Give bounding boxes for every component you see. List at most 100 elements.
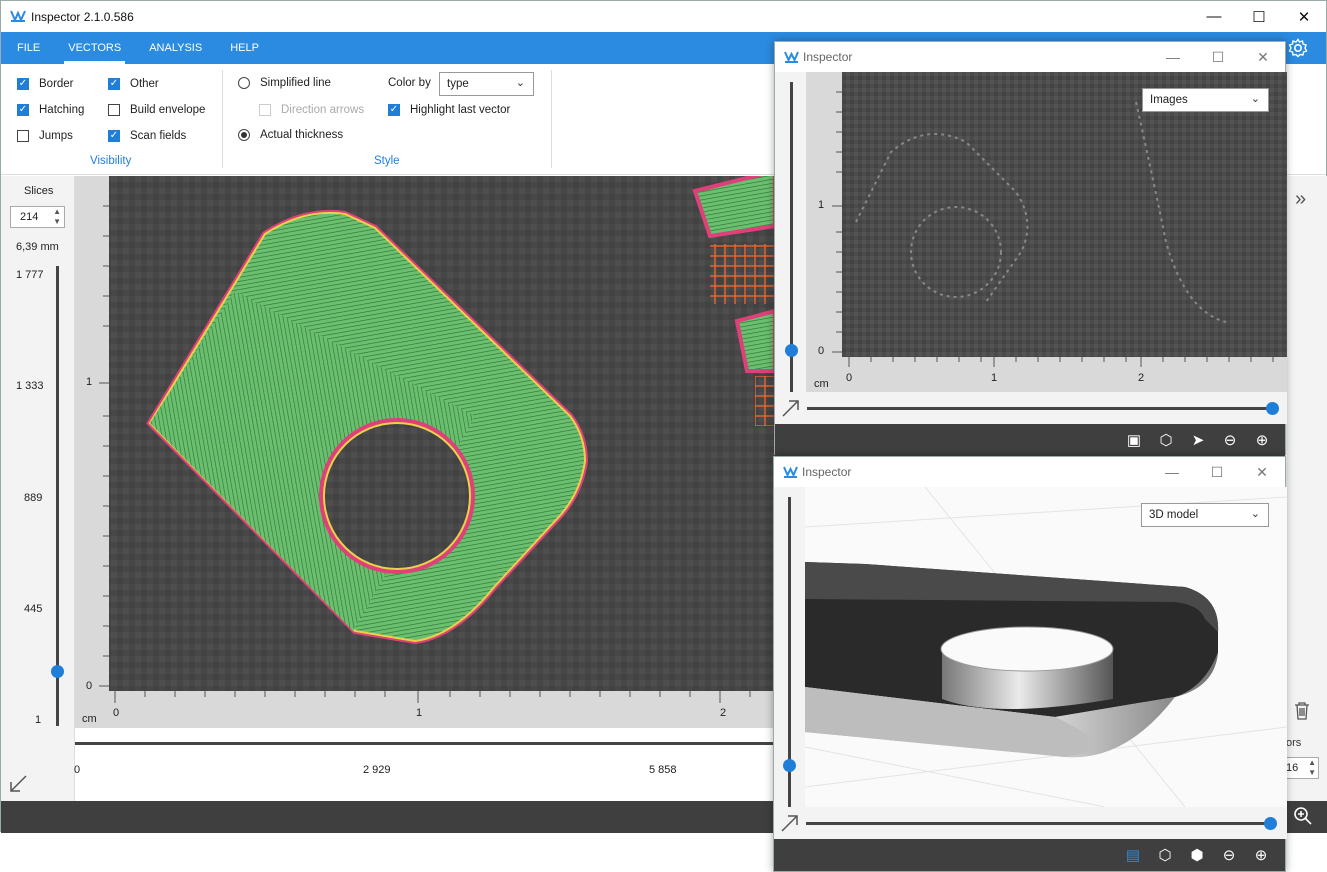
- close-button[interactable]: ✕: [1281, 1, 1327, 32]
- build-envelope-checkbox[interactable]: Build envelope: [108, 104, 205, 116]
- images-view-value: Images: [1150, 94, 1188, 106]
- slice-tick: 1 333: [16, 380, 44, 392]
- color-by-value: type: [447, 78, 469, 90]
- images-window-title: Inspector: [803, 50, 853, 64]
- border-checkbox[interactable]: ✓ Border: [17, 78, 74, 90]
- model-hslider-track[interactable]: [806, 822, 1271, 825]
- check-icon: ✓: [108, 78, 120, 90]
- collapse-arrow-icon[interactable]: [8, 774, 28, 794]
- expand-arrow-icon[interactable]: [780, 813, 800, 833]
- y-tick: 0: [818, 345, 825, 357]
- images-hslider-track[interactable]: [807, 407, 1272, 410]
- chevron-down-icon: ⌄: [515, 77, 525, 89]
- x-tick: 2: [720, 707, 727, 719]
- style-group-label: Style: [374, 155, 400, 167]
- app-logo-icon: [784, 51, 799, 63]
- slice-spinbox[interactable]: 214 ▲ ▼: [10, 206, 65, 228]
- model-view-select[interactable]: 3D model ⌄: [1141, 503, 1269, 527]
- slice-slider-thumb[interactable]: [51, 664, 64, 678]
- highlight-last-vector-checkbox[interactable]: ✓ Highlight last vector: [388, 104, 510, 116]
- slice-slider-track[interactable]: [56, 266, 59, 726]
- simplified-line-radio[interactable]: Simplified line: [238, 77, 331, 89]
- select-pointer-icon[interactable]: ➤: [1188, 430, 1208, 450]
- spin-arrows-icon[interactable]: ▲ ▼: [1308, 758, 1316, 778]
- title-bar: Inspector 2.1.0.586 — ☐ ✕: [1, 1, 1326, 32]
- checkbox-box: [17, 130, 29, 142]
- x-tick: 0: [846, 372, 853, 384]
- model-toolbar: ▤ ⬡ ⬢ ⊖ ⊕: [774, 839, 1285, 871]
- slice-tick: 1 777: [16, 269, 44, 281]
- images-hslider-thumb[interactable]: [1266, 402, 1279, 415]
- images-vslider-thumb[interactable]: [785, 344, 798, 357]
- settings-gear-icon[interactable]: [1288, 38, 1308, 58]
- zoom-in-icon[interactable]: ⊕: [1251, 845, 1271, 865]
- minimize-button[interactable]: —: [1149, 457, 1195, 487]
- jumps-checkbox[interactable]: Jumps: [17, 130, 73, 142]
- maximize-button[interactable]: ☐: [1195, 42, 1241, 72]
- model-vslider-thumb[interactable]: [783, 759, 796, 772]
- images-window-titlebar: Inspector — ☐ ✕: [775, 42, 1285, 72]
- slice-canvas: [75, 176, 775, 728]
- app-logo-icon: [783, 466, 798, 478]
- layer-viewport[interactable]: 1 0 0 1 2 cm: [75, 176, 775, 728]
- y-tick: 1: [818, 199, 825, 211]
- chevron-down-icon: ⌄: [1250, 508, 1260, 520]
- spin-arrows-icon[interactable]: ▲ ▼: [53, 207, 61, 227]
- scan-fields-checkbox[interactable]: ✓ Scan fields: [108, 130, 186, 142]
- maximize-button[interactable]: ☐: [1236, 1, 1282, 32]
- close-button[interactable]: ✕: [1240, 42, 1286, 72]
- menu-analysis[interactable]: ANALYSIS: [135, 32, 216, 64]
- visibility-group-label: Visibility: [90, 155, 132, 167]
- menu-vectors[interactable]: VECTORS: [54, 32, 135, 64]
- expand-panel-icon[interactable]: »: [1295, 188, 1306, 211]
- minimize-button[interactable]: —: [1150, 42, 1196, 72]
- cube-view-icon[interactable]: ⬡: [1156, 430, 1176, 450]
- fit-view-icon[interactable]: ▣: [1124, 430, 1144, 450]
- menu-help[interactable]: HELP: [216, 32, 273, 64]
- check-icon: ✓: [388, 104, 400, 116]
- unit-label: cm: [814, 378, 829, 390]
- color-by-label: Color by: [388, 77, 431, 89]
- hatching-checkbox[interactable]: ✓ Hatching: [17, 104, 84, 116]
- window-title: Inspector 2.1.0.586: [31, 9, 134, 24]
- cube-solid-icon[interactable]: ⬢: [1187, 845, 1207, 865]
- images-view-select[interactable]: Images ⌄: [1142, 88, 1269, 112]
- close-button[interactable]: ✕: [1239, 457, 1285, 487]
- model-view-value: 3D model: [1149, 509, 1199, 521]
- maximize-button[interactable]: ☐: [1194, 457, 1240, 487]
- check-icon: ✓: [17, 78, 29, 90]
- partial-value: 16: [1286, 762, 1299, 774]
- checkbox-box: [259, 104, 271, 116]
- other-checkbox[interactable]: ✓ Other: [108, 78, 159, 90]
- model-window: Inspector — ☐ ✕ 3D model ⌄ ▤ ⬡ ⬢ ⊖ ⊕: [773, 456, 1287, 872]
- cube-view-icon[interactable]: ⬡: [1155, 845, 1175, 865]
- zoom-in-icon[interactable]: [1293, 806, 1313, 826]
- expand-arrow-icon[interactable]: [781, 398, 801, 418]
- zoom-in-icon[interactable]: ⊕: [1252, 430, 1272, 450]
- slice-height: 6,39 mm: [16, 241, 59, 253]
- images-window: Inspector — ☐ ✕ 1 0 0 1 2 cm Images ⌄ ▣ …: [774, 41, 1287, 456]
- model-canvas: [805, 487, 1287, 807]
- model-window-titlebar: Inspector — ☐ ✕: [774, 457, 1285, 487]
- y-tick: 1: [86, 376, 93, 388]
- layer-view-icon[interactable]: ▤: [1123, 845, 1143, 865]
- model-hslider-thumb[interactable]: [1264, 817, 1277, 830]
- color-by-select[interactable]: type ⌄: [439, 72, 534, 96]
- x-tick: 2: [1138, 372, 1145, 384]
- zoom-out-icon[interactable]: ⊖: [1219, 845, 1239, 865]
- slice-tick: 445: [24, 603, 43, 615]
- slice-tick: 889: [24, 492, 43, 504]
- radio-circle: [238, 77, 250, 89]
- trash-icon[interactable]: [1293, 701, 1311, 721]
- partial-spinbox[interactable]: 16 ▲ ▼: [1285, 757, 1319, 779]
- vector-tick: 0: [74, 764, 81, 776]
- menu-file[interactable]: FILE: [1, 32, 54, 64]
- minimize-button[interactable]: —: [1191, 1, 1237, 32]
- slices-label: Slices: [24, 185, 54, 197]
- zoom-out-icon[interactable]: ⊖: [1220, 430, 1240, 450]
- actual-thickness-radio[interactable]: Actual thickness: [238, 129, 343, 141]
- vector-slider-track[interactable]: [75, 742, 775, 745]
- chevron-down-icon: ⌄: [1250, 93, 1260, 105]
- check-icon: ✓: [108, 130, 120, 142]
- images-toolbar: ▣ ⬡ ➤ ⊖ ⊕: [775, 424, 1285, 456]
